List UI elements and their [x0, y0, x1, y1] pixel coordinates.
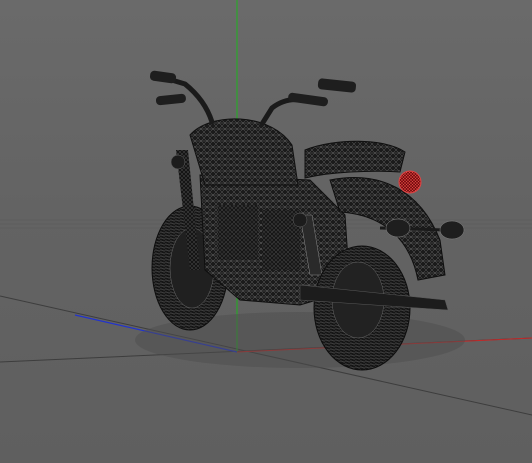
left-grip[interactable] [149, 70, 177, 84]
right-grip[interactable] [317, 78, 357, 93]
tail-light[interactable] [398, 170, 422, 194]
motorcycle-model[interactable] [135, 70, 465, 371]
viewport-canvas[interactable] [0, 0, 532, 463]
fuel-tank[interactable] [189, 118, 299, 186]
right-turn-signal[interactable] [439, 220, 465, 240]
seat[interactable] [304, 140, 406, 179]
3d-viewport[interactable] [0, 0, 532, 463]
left-turn-signal[interactable] [385, 218, 411, 238]
